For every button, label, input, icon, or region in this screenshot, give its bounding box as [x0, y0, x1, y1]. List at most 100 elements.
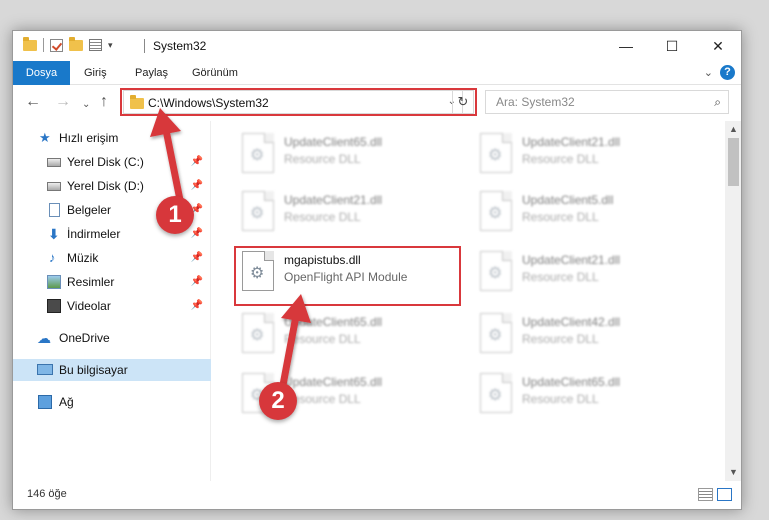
details-view-icon[interactable] — [698, 488, 713, 501]
documents-icon — [49, 203, 60, 217]
dll-file-icon: ⚙ — [242, 133, 274, 173]
file-name: UpdateClient21.dll — [522, 135, 621, 149]
tab-home[interactable]: Giriş — [84, 61, 107, 85]
sidebar-item-this-pc[interactable]: Bu bilgisayar — [13, 359, 211, 381]
sidebar-item-local-disk-d[interactable]: Yerel Disk (D:) 📌 — [13, 175, 211, 197]
file-item[interactable]: ⚙ UpdateClient65.dll Resource DLL — [236, 127, 466, 183]
sidebar-item-label: OneDrive — [59, 331, 110, 345]
network-icon — [38, 395, 52, 409]
close-button[interactable]: ✕ — [695, 31, 741, 61]
sidebar-item-local-disk-c[interactable]: Yerel Disk (C:) 📌 — [13, 151, 211, 173]
star-icon: ★ — [39, 130, 51, 145]
file-name: UpdateClient42.dll — [522, 315, 621, 329]
sidebar-item-label: Resimler — [67, 275, 115, 289]
properties-icon[interactable] — [89, 39, 102, 51]
new-folder-icon[interactable] — [69, 36, 83, 51]
explorer-window: ▾ System32 — ☐ ✕ Dosya Giriş Paylaş Görü… — [12, 30, 742, 510]
sidebar-item-pictures[interactable]: Resimler 📌 — [13, 271, 211, 293]
help-icon[interactable]: ? — [720, 65, 735, 80]
sidebar-item-music[interactable]: ♪ Müzik 📌 — [13, 247, 211, 269]
file-description: Resource DLL — [284, 332, 361, 346]
file-item[interactable]: ⚙ UpdateClient21.dll Resource DLL — [236, 185, 466, 241]
vertical-scrollbar[interactable]: ▲ ▼ — [725, 121, 741, 481]
maximize-button[interactable]: ☐ — [649, 31, 695, 61]
toolbar-divider — [43, 38, 44, 52]
scroll-thumb[interactable] — [728, 138, 739, 186]
ribbon-tabs: Dosya Giriş Paylaş Görünüm ⌄ ? — [13, 61, 741, 117]
computer-icon — [37, 364, 53, 375]
forward-arrow-icon[interactable]: → — [55, 94, 71, 110]
sidebar-item-videos[interactable]: Videolar 📌 — [13, 295, 211, 317]
file-description: Resource DLL — [522, 332, 599, 346]
sidebar-item-label: Ağ — [59, 395, 74, 409]
customize-toolbar-chevron-icon[interactable]: ▾ — [108, 40, 113, 51]
sidebar-item-label: Belgeler — [67, 203, 112, 217]
file-description: Resource DLL — [522, 392, 599, 406]
properties-check-icon[interactable] — [50, 38, 63, 52]
file-item[interactable]: ⚙ UpdateClient42.dll Resource DLL — [474, 307, 704, 363]
file-item[interactable]: ⚙ UpdateClient65.dll Resource DLL — [236, 307, 466, 363]
tiles-view-icon[interactable] — [717, 488, 732, 501]
expand-ribbon-chevron-icon[interactable]: ⌄ — [704, 66, 713, 79]
dll-file-icon: ⚙ — [480, 191, 512, 231]
file-name: UpdateClient65.dll — [284, 315, 383, 329]
downloads-icon: ⬇ — [48, 226, 60, 242]
cloud-icon: ☁ — [37, 330, 51, 346]
file-highlight-box — [234, 246, 461, 306]
sidebar-item-label: Müzik — [67, 251, 99, 265]
dll-file-icon: ⚙ — [480, 313, 512, 353]
file-name: UpdateClient65.dll — [284, 375, 383, 389]
file-item[interactable]: ⚙ UpdateClient21.dll Resource DLL — [474, 127, 704, 183]
file-item[interactable]: ⚙ UpdateClient5.dll Resource DLL — [474, 185, 704, 241]
step-2-badge: 2 — [259, 382, 297, 420]
minimize-button[interactable]: — — [603, 31, 649, 61]
file-description: Resource DLL — [522, 210, 599, 224]
tab-share[interactable]: Paylaş — [135, 61, 168, 85]
item-count: 146 öğe — [27, 488, 67, 500]
pin-icon[interactable]: 📌 — [191, 247, 203, 269]
dll-file-icon: ⚙ — [480, 133, 512, 173]
navigation-pane: ★ Hızlı erişim Yerel Disk (C:) 📌 Yerel D… — [13, 121, 211, 481]
file-name: UpdateClient65.dll — [284, 135, 383, 149]
dll-file-icon: ⚙ — [480, 251, 512, 291]
sidebar-item-label: Hızlı erişim — [59, 131, 119, 145]
gear-icon: ⚙ — [250, 205, 265, 222]
pin-icon[interactable]: 📌 — [191, 151, 203, 173]
scroll-down-arrow-icon[interactable]: ▼ — [725, 464, 741, 481]
drive-icon — [47, 158, 61, 167]
step-1-badge: 1 — [156, 196, 194, 234]
file-item[interactable]: ⚙ UpdateClient21.dll Resource DLL — [474, 245, 704, 301]
pin-icon[interactable]: 📌 — [191, 223, 203, 245]
dll-file-icon: ⚙ — [480, 373, 512, 413]
tab-view[interactable]: Görünüm — [192, 61, 238, 85]
sidebar-item-label: İndirmeler — [67, 227, 121, 241]
file-item[interactable]: ⚙ UpdateClient65.dll Resource DLL — [474, 367, 704, 423]
file-name: UpdateClient21.dll — [284, 193, 383, 207]
gear-icon: ⚙ — [488, 265, 503, 282]
gear-icon: ⚙ — [250, 147, 265, 164]
up-arrow-icon[interactable]: ↑ — [100, 94, 108, 110]
file-name: UpdateClient21.dll — [522, 253, 621, 267]
search-icon[interactable]: ⌕ — [714, 95, 721, 110]
scroll-up-arrow-icon[interactable]: ▲ — [725, 121, 741, 138]
back-arrow-icon[interactable]: ← — [25, 94, 41, 110]
search-input[interactable] — [486, 91, 696, 113]
file-list: ⚙ UpdateClient65.dll Resource DLL ⚙ Upda… — [212, 121, 725, 481]
pin-icon[interactable]: 📌 — [191, 175, 203, 197]
gear-icon: ⚙ — [250, 327, 265, 344]
folder-icon — [23, 36, 37, 51]
videos-icon — [47, 299, 61, 313]
sidebar-item-quick-access[interactable]: ★ Hızlı erişim — [13, 127, 211, 149]
file-description: Resource DLL — [522, 152, 599, 166]
gear-icon: ⚙ — [488, 205, 503, 222]
sidebar-item-onedrive[interactable]: ☁ OneDrive — [13, 327, 211, 349]
sidebar-item-network[interactable]: Ağ — [13, 391, 211, 413]
pin-icon[interactable]: 📌 — [191, 271, 203, 293]
title-divider — [144, 39, 145, 53]
sidebar-item-label: Bu bilgisayar — [59, 363, 128, 377]
recent-locations-chevron-icon[interactable]: ⌄ — [82, 97, 90, 113]
file-description: Resource DLL — [522, 270, 599, 284]
file-name: UpdateClient5.dll — [522, 193, 614, 207]
search-box[interactable]: ⌕ — [485, 90, 729, 114]
pin-icon[interactable]: 📌 — [191, 295, 203, 317]
